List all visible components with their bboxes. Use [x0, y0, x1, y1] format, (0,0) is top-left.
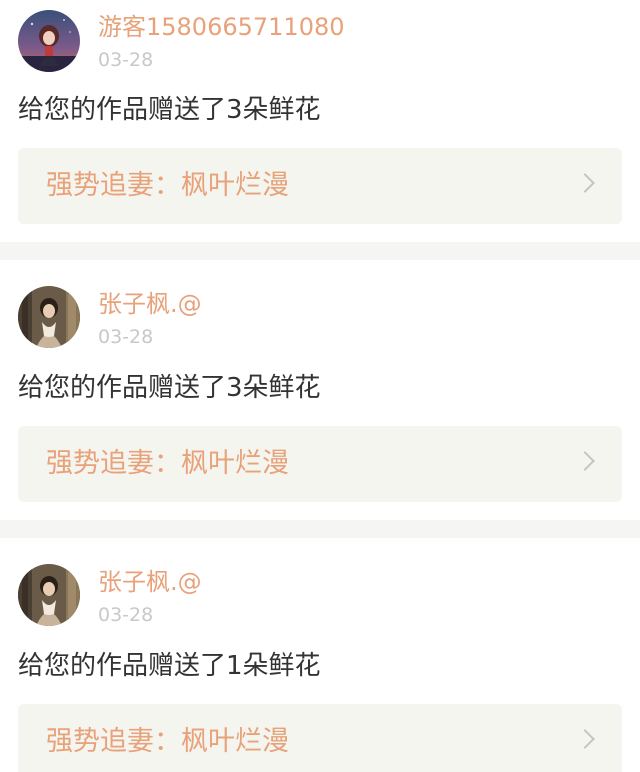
username[interactable]: 张子枫.@: [98, 567, 202, 597]
divider: [0, 242, 640, 260]
notification-message: 给您的作品赠送了3朵鲜花: [18, 95, 321, 125]
username[interactable]: 游客1580665711080: [98, 12, 345, 42]
avatar[interactable]: [18, 10, 80, 72]
avatar-photo-icon: [18, 286, 80, 348]
notification-date: 03-28: [98, 604, 154, 626]
notification-card: 张子枫.@ 03-28 给您的作品赠送了1朵鲜花 强势追妻：枫叶烂漫: [0, 538, 640, 772]
avatar-photo-icon: [18, 564, 80, 626]
chevron-right-icon: [575, 729, 595, 749]
avatar[interactable]: [18, 286, 80, 348]
work-title: 强势追妻：枫叶烂漫: [46, 170, 289, 201]
avatar[interactable]: [18, 564, 80, 626]
work-link[interactable]: 强势追妻：枫叶烂漫: [18, 148, 622, 224]
notification-card: 张子枫.@ 03-28 给您的作品赠送了3朵鲜花 强势追妻：枫叶烂漫: [0, 260, 640, 502]
notification-date: 03-28: [98, 49, 154, 71]
chevron-right-icon: [575, 451, 595, 471]
notification-card: 游客1580665711080 03-28 给您的作品赠送了3朵鲜花 强势追妻：…: [0, 0, 640, 240]
chevron-right-icon: [575, 173, 595, 193]
avatar-girl-icon: [18, 10, 80, 72]
notification-message: 给您的作品赠送了1朵鲜花: [18, 651, 321, 681]
work-title: 强势追妻：枫叶烂漫: [46, 448, 289, 479]
work-link[interactable]: 强势追妻：枫叶烂漫: [18, 704, 622, 772]
divider: [0, 520, 640, 538]
notification-date: 03-28: [98, 326, 154, 348]
username[interactable]: 张子枫.@: [98, 289, 202, 319]
work-link[interactable]: 强势追妻：枫叶烂漫: [18, 426, 622, 502]
work-title: 强势追妻：枫叶烂漫: [46, 726, 289, 757]
notification-message: 给您的作品赠送了3朵鲜花: [18, 373, 321, 403]
notification-feed: 游客1580665711080 03-28 给您的作品赠送了3朵鲜花 强势追妻：…: [0, 0, 640, 772]
